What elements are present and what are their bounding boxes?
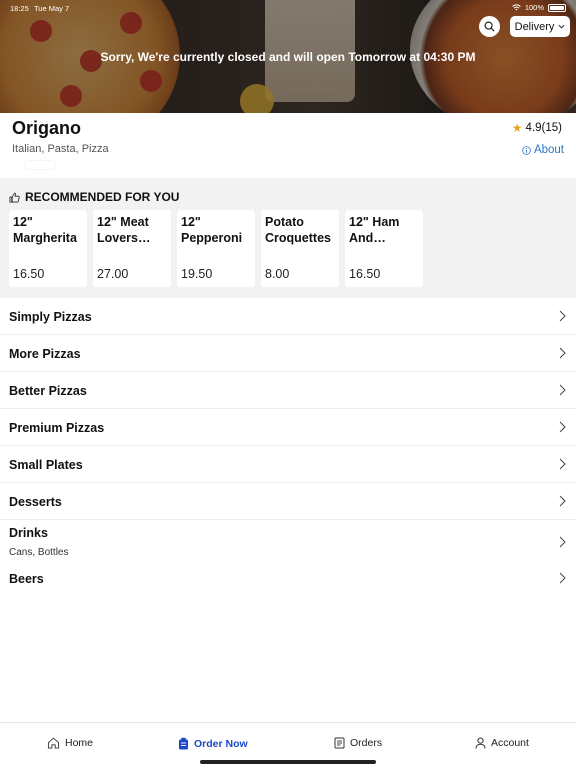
chevron-right-icon (559, 310, 566, 322)
about-label: About (533, 144, 564, 156)
restaurant-rating: ★ 4.9 (15) (512, 121, 562, 135)
search-icon (484, 21, 495, 32)
chevron-right-icon (559, 347, 566, 359)
item-price: 19.50 (181, 267, 213, 281)
tab-account[interactable]: Account (475, 737, 529, 749)
category-label: Desserts (9, 495, 62, 509)
status-date: Tue May 7 (34, 4, 70, 13)
item-name: Potato Croquettes (265, 215, 331, 245)
recommended-header: RECOMMENDED FOR YOU (9, 190, 179, 204)
category-subtitle: Cans, Bottles (9, 547, 69, 558)
home-indicator (200, 760, 376, 764)
tab-orders-label: Orders (350, 737, 383, 749)
chevron-right-icon (559, 384, 566, 396)
order-bag-icon (179, 737, 188, 750)
recommended-item[interactable]: 12" Meat Lovers Pizza 27.00 (93, 210, 171, 287)
item-price: 16.50 (349, 267, 381, 281)
item-name: 12" Pepperoni (181, 215, 243, 245)
restaurant-cuisine: Italian, Pasta, Pizza (12, 143, 109, 155)
category-label: Better Pizzas (9, 384, 87, 398)
tab-order-now[interactable]: Order Now (178, 737, 248, 750)
info-icon (522, 145, 531, 155)
status-time: 18:25 (10, 4, 29, 13)
recommended-item[interactable]: 12" Ham And Cheese 16.50 (345, 210, 423, 287)
recommended-item[interactable]: 12" Margherita 16.50 (9, 210, 87, 287)
category-label: Simply Pizzas (9, 310, 92, 324)
item-name: 12" Meat Lovers Pizza (97, 215, 149, 245)
recommended-item[interactable]: 12" Pepperoni 19.50 (177, 210, 255, 287)
star-icon: ★ (511, 121, 523, 135)
category-label: Premium Pizzas (9, 421, 105, 435)
battery-percent: 100% (524, 3, 544, 12)
tab-account-label: Account (491, 737, 529, 749)
search-button[interactable] (479, 16, 500, 37)
faded-badge (24, 160, 56, 170)
item-price: 8.00 (265, 267, 290, 281)
user-icon (475, 737, 486, 749)
chevron-right-icon (559, 495, 566, 507)
delivery-mode-select[interactable]: Delivery (510, 16, 570, 37)
rating-value: 4.9 (525, 122, 542, 134)
chevron-right-icon (559, 458, 566, 470)
recommended-title: RECOMMENDED FOR YOU (25, 190, 180, 204)
chevron-right-icon (559, 572, 566, 584)
recommended-item[interactable]: Potato Croquettes 8.00 (261, 210, 339, 287)
home-icon (47, 737, 60, 749)
category-small-plates[interactable]: Small Plates (0, 446, 576, 483)
rating-count: (15) (541, 122, 562, 134)
category-desserts[interactable]: Desserts (0, 483, 576, 520)
category-premium-pizzas[interactable]: Premium Pizzas (0, 409, 576, 446)
category-more-pizzas[interactable]: More Pizzas (0, 335, 576, 372)
category-better-pizzas[interactable]: Better Pizzas (0, 372, 576, 409)
tab-home-label: Home (65, 737, 94, 749)
chevron-right-icon (559, 536, 566, 548)
menu-category-list: Simply Pizzas More Pizzas Better Pizzas … (0, 298, 576, 597)
chevron-right-icon (559, 421, 566, 433)
category-simply-pizzas[interactable]: Simply Pizzas (0, 298, 576, 335)
category-label: Small Plates (9, 458, 83, 472)
recommended-section: RECOMMENDED FOR YOU 12" Margherita 16.50… (0, 178, 576, 298)
tab-home[interactable]: Home (47, 737, 93, 749)
closed-message: Sorry, We're currently closed and will o… (100, 50, 476, 64)
status-right: 100% (512, 3, 566, 12)
hero-banner: 18:25 Tue May 7 100% Sorry, We're curren… (0, 0, 576, 113)
status-bar: 18:25 Tue May 7 100% (10, 2, 566, 14)
recommended-list: 12" Margherita 16.50 12" Meat Lovers Piz… (9, 210, 423, 287)
category-label: Drinks (9, 526, 48, 540)
item-price: 27.00 (97, 267, 129, 281)
receipt-icon (334, 737, 345, 749)
battery-icon (548, 3, 566, 12)
delivery-mode-label: Delivery (514, 20, 555, 33)
about-link[interactable]: About (522, 144, 564, 156)
restaurant-name: Origano (12, 118, 82, 138)
chevron-down-icon (558, 24, 565, 29)
category-label: Beers (9, 572, 44, 586)
category-label: More Pizzas (9, 347, 81, 361)
tab-order-now-label: Order Now (194, 737, 248, 750)
tab-orders[interactable]: Orders (334, 737, 382, 749)
item-name: 12" Margherita (13, 215, 77, 245)
item-name: 12" Ham And Cheese (349, 215, 400, 245)
thumbs-up-icon (9, 192, 20, 202)
category-beers[interactable]: Beers (0, 560, 576, 597)
item-price: 16.50 (13, 267, 45, 281)
wifi-icon (512, 4, 521, 11)
